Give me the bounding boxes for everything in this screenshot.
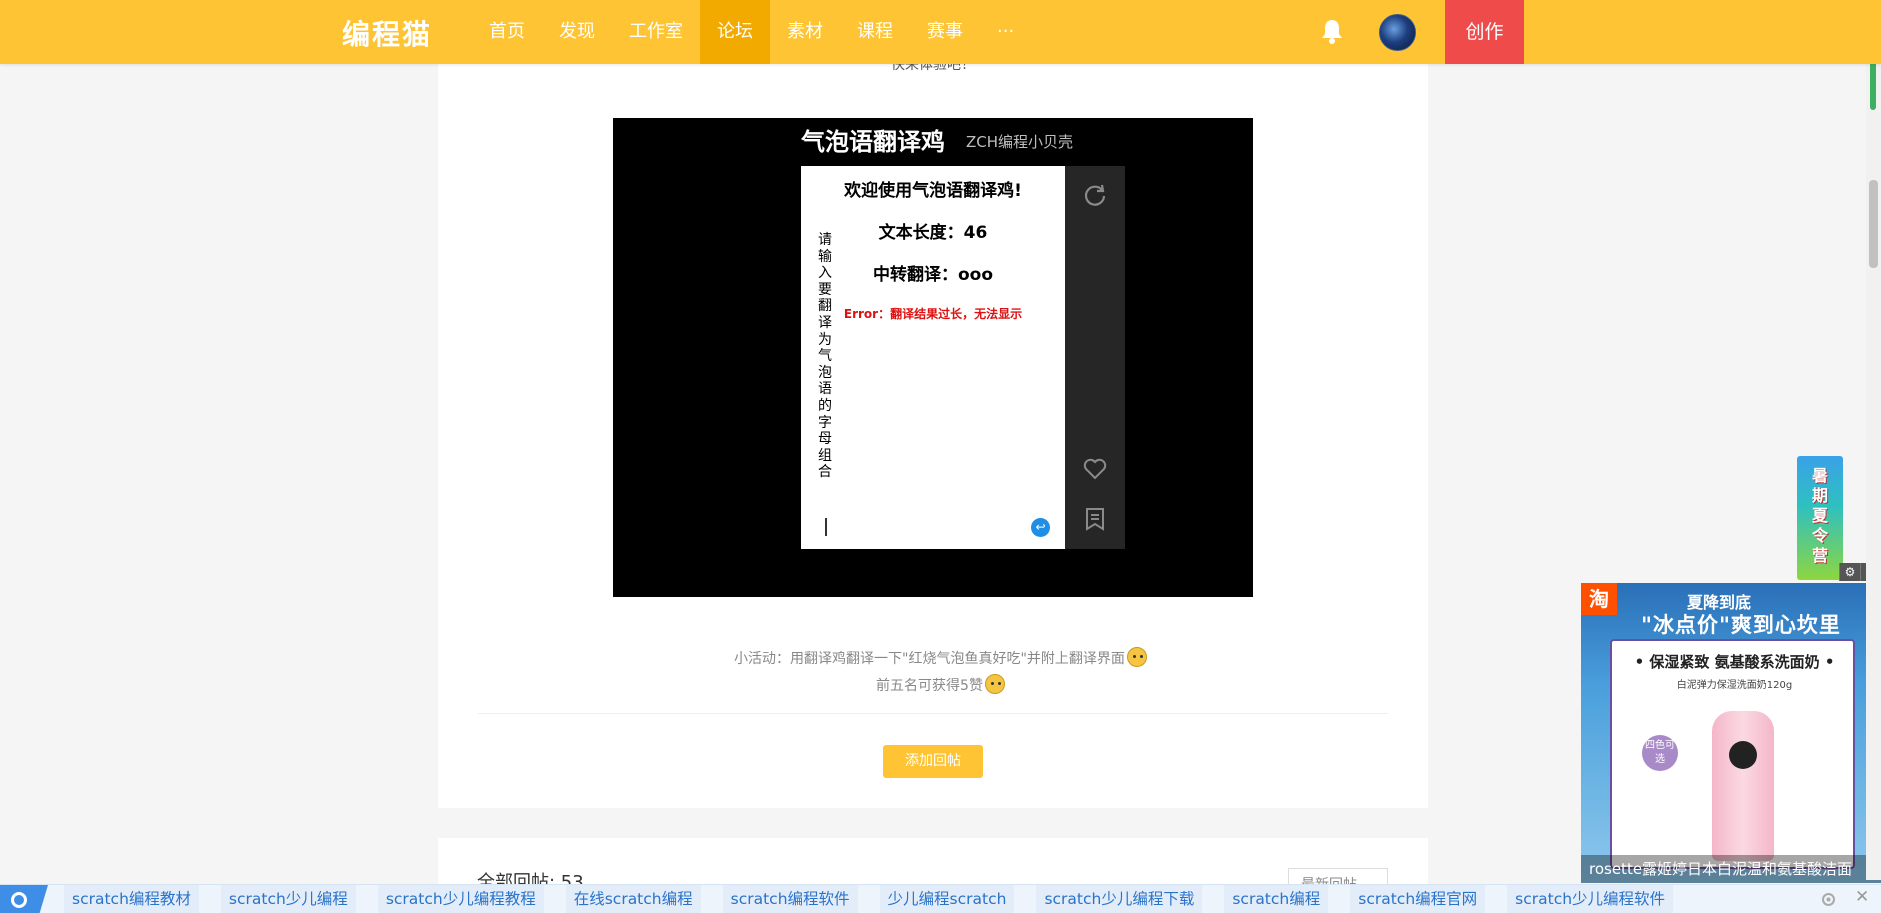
related-link[interactable]: scratch少儿编程软件 (1507, 885, 1674, 913)
game-text-cursor[interactable] (825, 518, 827, 536)
nav-item-more[interactable]: ··· (980, 0, 1031, 64)
enter-icon[interactable]: ↩ (1031, 518, 1050, 537)
embedded-game-player[interactable]: 气泡语翻译鸡 ZCH编程小贝壳 欢迎使用气泡语翻译鸡! 请输入要翻译为气泡语的字… (613, 118, 1253, 597)
related-link[interactable]: scratch少儿编程教程 (377, 885, 544, 913)
ad-color-tag: 四色可选 (1642, 735, 1678, 771)
related-link[interactable]: scratch少儿编程下载 (1036, 885, 1203, 913)
taobao-ad[interactable]: 淘 夏降到底 "冰点价"爽到心坎里 • 保湿紧致 氨基酸系洗面奶 • 白泥弹力保… (1581, 583, 1881, 883)
bottom-search-bar: scratch编程教材 scratch少儿编程 scratch少儿编程教程 在线… (0, 884, 1881, 913)
nav-item-materials[interactable]: 素材 (770, 0, 840, 64)
search-icon[interactable] (0, 885, 48, 913)
ad-product-box: • 保湿紧致 氨基酸系洗面奶 • 白泥弹力保湿洗面奶120g 四色可选 (1610, 639, 1855, 869)
related-link[interactable]: scratch编程官网 (1350, 885, 1486, 913)
top-nav-bar: 编程猫 首页 发现 工作室 论坛 素材 课程 赛事 ··· 创作 (0, 0, 1881, 64)
ad-settings-icon[interactable]: ⚙ (1839, 563, 1860, 581)
site-logo[interactable]: 编程猫 (342, 13, 432, 53)
summer-camp-ad-text: 暑期夏令营 (1811, 466, 1828, 565)
create-button[interactable]: 创作 (1445, 0, 1524, 64)
cat-emoji-icon (984, 674, 1005, 694)
nav-item-forum[interactable]: 论坛 (700, 0, 770, 64)
nav-item-home[interactable]: 首页 (472, 0, 542, 64)
game-stage[interactable]: 欢迎使用气泡语翻译鸡! 请输入要翻译为气泡语的字母组合 文本长度：46 中转翻译… (801, 166, 1065, 549)
related-link[interactable]: scratch编程教材 (64, 885, 199, 913)
bookmark-icon[interactable] (1082, 506, 1108, 532)
nav-item-discover[interactable]: 发现 (542, 0, 612, 64)
game-side-toolbar (1065, 166, 1125, 549)
game-title: 气泡语翻译鸡 (801, 128, 945, 156)
related-links: scratch编程教材 scratch少儿编程 scratch少儿编程教程 在线… (64, 885, 1695, 913)
related-link[interactable]: 在线scratch编程 (565, 885, 701, 913)
game-error-message: Error：翻译结果过长，无法显示 (843, 307, 1023, 321)
ad-product-title: • 保湿紧致 氨基酸系洗面奶 • (1634, 653, 1835, 671)
activity-line-1: 小活动：用翻译鸡翻译一下"红烧气泡鱼真好吃"并附上翻译界面 (734, 651, 1125, 667)
post-divider (478, 713, 1388, 714)
game-welcome-text: 欢迎使用气泡语翻译鸡! (844, 181, 1022, 201)
user-avatar[interactable] (1379, 14, 1416, 51)
ad-caption: rosette露姬婷日本白泥温和氨基酸洁面 (1581, 855, 1881, 883)
cat-emoji-icon (1126, 647, 1147, 667)
game-text-length: 文本长度：46 (878, 223, 988, 243)
related-link[interactable]: scratch编程 (1224, 885, 1329, 913)
product-tube-image (1712, 711, 1774, 861)
related-link[interactable]: 少儿编程scratch (879, 885, 1015, 913)
related-link[interactable]: scratch编程软件 (722, 885, 858, 913)
close-icon[interactable]: ✕ (1855, 887, 1869, 907)
game-author: ZCH编程小贝壳 (966, 133, 1074, 151)
summer-camp-ad[interactable]: 暑期夏令营 (1797, 456, 1843, 580)
nav-item-studio[interactable]: 工作室 (612, 0, 700, 64)
game-mid-translation: 中转翻译：ooo (872, 265, 994, 285)
heart-icon[interactable] (1082, 456, 1108, 482)
nav-item-contests[interactable]: 赛事 (910, 0, 980, 64)
main-nav: 首页 发现 工作室 论坛 素材 课程 赛事 ··· (472, 0, 1031, 64)
ad-product-subtitle: 白泥弹力保湿洗面奶120g (1676, 680, 1793, 691)
ad-headline-2: "冰点价"爽到心坎里 (1641, 613, 1841, 637)
restart-icon[interactable] (1082, 182, 1108, 208)
nav-item-courses[interactable]: 课程 (840, 0, 910, 64)
settings-gear-icon[interactable] (1820, 891, 1837, 908)
scrollbar-thumb[interactable] (1869, 180, 1878, 268)
activity-line-2: 前五名可获得5赞 (876, 678, 983, 694)
game-input-prompt: 请输入要翻译为气泡语的字母组合 (818, 232, 832, 481)
related-link[interactable]: scratch少儿编程 (220, 885, 356, 913)
taobao-logo: 淘 (1581, 583, 1617, 615)
scrollbar-track[interactable] (1866, 0, 1881, 880)
add-reply-button[interactable]: 添加回帖 (883, 745, 983, 778)
bell-icon[interactable] (1320, 18, 1344, 44)
